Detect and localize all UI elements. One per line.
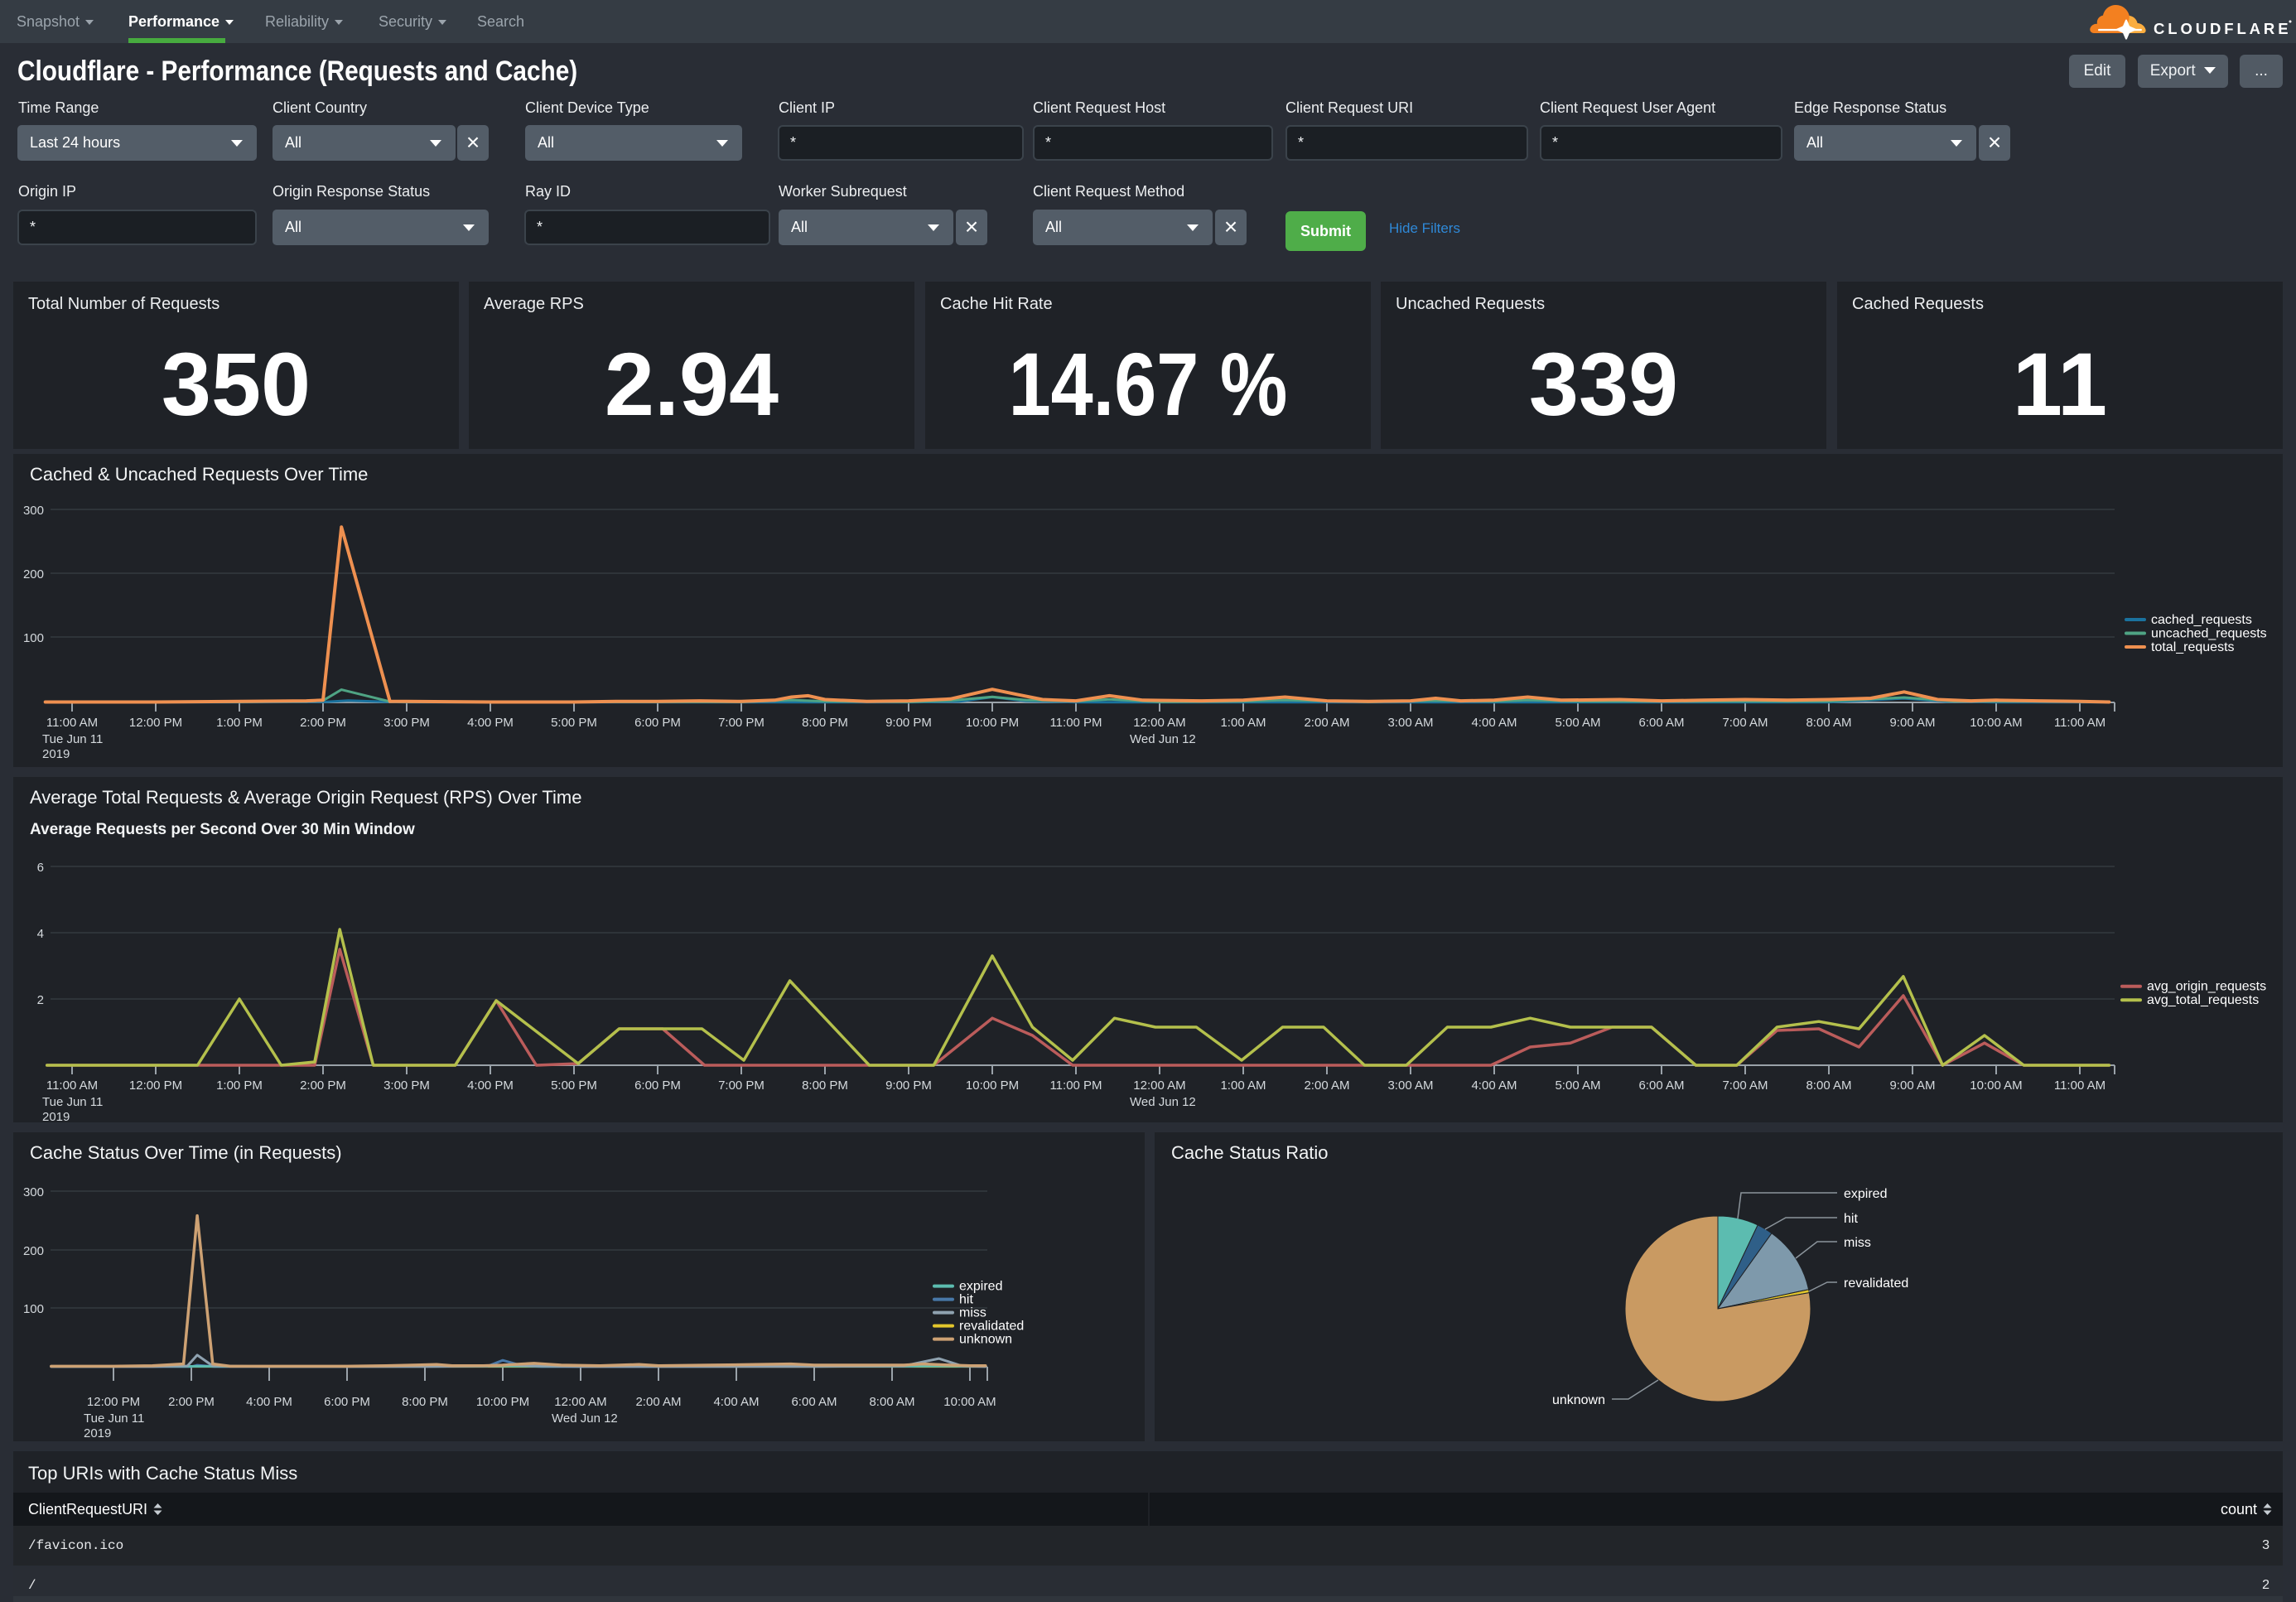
svg-text:2019: 2019 bbox=[42, 747, 70, 761]
svg-text:12:00 AM: 12:00 AM bbox=[1133, 716, 1185, 730]
svg-text:1:00 AM: 1:00 AM bbox=[1220, 716, 1266, 730]
svg-text:hit: hit bbox=[1844, 1212, 1858, 1226]
svg-text:100: 100 bbox=[23, 1302, 44, 1316]
svg-text:miss: miss bbox=[959, 1306, 986, 1320]
svg-text:miss: miss bbox=[1844, 1236, 1871, 1250]
svg-text:8:00 AM: 8:00 AM bbox=[1806, 716, 1851, 730]
svg-text:2: 2 bbox=[37, 993, 44, 1007]
svg-text:7:00 AM: 7:00 AM bbox=[1722, 1078, 1768, 1093]
svg-text:Tue Jun 11: Tue Jun 11 bbox=[42, 732, 103, 746]
svg-text:3:00 AM: 3:00 AM bbox=[1387, 716, 1433, 730]
svg-text:11:00 AM: 11:00 AM bbox=[2054, 716, 2105, 730]
svg-text:4:00 PM: 4:00 PM bbox=[467, 1078, 514, 1093]
svg-text:12:00 PM: 12:00 PM bbox=[129, 716, 182, 730]
svg-text:4:00 AM: 4:00 AM bbox=[1471, 716, 1517, 730]
svg-text:9:00 PM: 9:00 PM bbox=[885, 716, 932, 730]
svg-text:11:00 AM: 11:00 AM bbox=[2054, 1078, 2105, 1093]
svg-text:6:00 AM: 6:00 AM bbox=[1638, 1078, 1684, 1093]
svg-text:2:00 PM: 2:00 PM bbox=[168, 1395, 215, 1409]
svg-text:total_requests: total_requests bbox=[2151, 640, 2235, 654]
svg-text:7:00 AM: 7:00 AM bbox=[1722, 716, 1768, 730]
svg-text:5:00 AM: 5:00 AM bbox=[1555, 716, 1600, 730]
svg-text:5:00 PM: 5:00 PM bbox=[551, 1078, 597, 1093]
svg-text:11:00 AM: 11:00 AM bbox=[46, 716, 98, 730]
svg-text:Wed Jun 12: Wed Jun 12 bbox=[552, 1411, 618, 1426]
svg-text:11:00 PM: 11:00 PM bbox=[1049, 716, 1102, 730]
svg-text:4:00 AM: 4:00 AM bbox=[1471, 1078, 1517, 1093]
svg-text:7:00 PM: 7:00 PM bbox=[718, 1078, 765, 1093]
svg-text:Wed Jun 12: Wed Jun 12 bbox=[1130, 1095, 1196, 1109]
svg-text:12:00 PM: 12:00 PM bbox=[129, 1078, 182, 1093]
svg-text:10:00 PM: 10:00 PM bbox=[966, 1078, 1019, 1093]
svg-text:10:00 AM: 10:00 AM bbox=[1970, 716, 2022, 730]
svg-text:Tue Jun 11: Tue Jun 11 bbox=[84, 1411, 144, 1426]
svg-text:6:00 PM: 6:00 PM bbox=[634, 716, 681, 730]
svg-text:2:00 AM: 2:00 AM bbox=[635, 1395, 681, 1409]
svg-text:6: 6 bbox=[37, 861, 44, 875]
svg-text:9:00 AM: 9:00 AM bbox=[1889, 1078, 1935, 1093]
svg-text:6:00 AM: 6:00 AM bbox=[791, 1395, 837, 1409]
svg-text:12:00 AM: 12:00 AM bbox=[1133, 1078, 1185, 1093]
svg-text:200: 200 bbox=[23, 1244, 44, 1258]
svg-text:4:00 AM: 4:00 AM bbox=[713, 1395, 759, 1409]
svg-text:3:00 PM: 3:00 PM bbox=[383, 1078, 430, 1093]
svg-text:uncached_requests: uncached_requests bbox=[2151, 627, 2267, 641]
svg-text:8:00 PM: 8:00 PM bbox=[402, 1395, 448, 1409]
svg-text:revalidated: revalidated bbox=[959, 1320, 1024, 1334]
svg-text:3:00 AM: 3:00 AM bbox=[1387, 1078, 1433, 1093]
svg-text:8:00 AM: 8:00 AM bbox=[1806, 1078, 1851, 1093]
svg-text:expired: expired bbox=[1844, 1187, 1887, 1201]
svg-text:1:00 AM: 1:00 AM bbox=[1220, 1078, 1266, 1093]
svg-text:11:00 PM: 11:00 PM bbox=[1049, 1078, 1102, 1093]
svg-text:8:00 AM: 8:00 AM bbox=[869, 1395, 914, 1409]
svg-text:12:00 AM: 12:00 AM bbox=[554, 1395, 606, 1409]
svg-text:6:00 PM: 6:00 PM bbox=[324, 1395, 370, 1409]
svg-text:cached_requests: cached_requests bbox=[2151, 613, 2252, 627]
svg-text:CLOUDFLARE: CLOUDFLARE bbox=[2154, 20, 2291, 37]
svg-text:2:00 AM: 2:00 AM bbox=[1304, 1078, 1349, 1093]
svg-text:8:00 PM: 8:00 PM bbox=[802, 716, 848, 730]
svg-text:9:00 AM: 9:00 AM bbox=[1889, 716, 1935, 730]
svg-text:2:00 PM: 2:00 PM bbox=[300, 716, 346, 730]
svg-text:2:00 PM: 2:00 PM bbox=[300, 1078, 346, 1093]
svg-text:1:00 PM: 1:00 PM bbox=[216, 1078, 263, 1093]
svg-text:11:00 AM: 11:00 AM bbox=[46, 1078, 98, 1093]
svg-text:12:00 PM: 12:00 PM bbox=[87, 1395, 140, 1409]
svg-text:1:00 PM: 1:00 PM bbox=[216, 716, 263, 730]
svg-text:5:00 AM: 5:00 AM bbox=[1555, 1078, 1600, 1093]
svg-text:9:00 PM: 9:00 PM bbox=[885, 1078, 932, 1093]
svg-text:unknown: unknown bbox=[1552, 1393, 1605, 1407]
svg-text:expired: expired bbox=[959, 1280, 1002, 1294]
svg-text:5:00 PM: 5:00 PM bbox=[551, 716, 597, 730]
svg-text:4:00 PM: 4:00 PM bbox=[467, 716, 514, 730]
svg-text:100: 100 bbox=[23, 631, 44, 645]
svg-text:2019: 2019 bbox=[42, 1110, 70, 1122]
svg-text:10:00 AM: 10:00 AM bbox=[943, 1395, 996, 1409]
svg-text:300: 300 bbox=[23, 1185, 44, 1199]
svg-text:300: 300 bbox=[23, 504, 44, 518]
svg-text:8:00 PM: 8:00 PM bbox=[802, 1078, 848, 1093]
svg-text:hit: hit bbox=[959, 1293, 973, 1307]
svg-text:200: 200 bbox=[23, 567, 44, 581]
svg-text:7:00 PM: 7:00 PM bbox=[718, 716, 765, 730]
svg-text:unknown: unknown bbox=[959, 1333, 1012, 1347]
svg-text:Wed Jun 12: Wed Jun 12 bbox=[1130, 732, 1196, 746]
svg-text:4:00 PM: 4:00 PM bbox=[246, 1395, 292, 1409]
svg-text:revalidated: revalidated bbox=[1844, 1276, 1908, 1291]
svg-text:2:00 AM: 2:00 AM bbox=[1304, 716, 1349, 730]
svg-text:6:00 PM: 6:00 PM bbox=[634, 1078, 681, 1093]
svg-text:2019: 2019 bbox=[84, 1426, 111, 1440]
svg-text:Tue Jun 11: Tue Jun 11 bbox=[42, 1095, 103, 1109]
svg-text:avg_total_requests: avg_total_requests bbox=[2147, 993, 2259, 1007]
svg-text:10:00 PM: 10:00 PM bbox=[476, 1395, 529, 1409]
svg-text:6:00 AM: 6:00 AM bbox=[1638, 716, 1684, 730]
svg-text:10:00 AM: 10:00 AM bbox=[1970, 1078, 2022, 1093]
svg-text:avg_origin_requests: avg_origin_requests bbox=[2147, 980, 2266, 994]
svg-text:10:00 PM: 10:00 PM bbox=[966, 716, 1019, 730]
svg-text:3:00 PM: 3:00 PM bbox=[383, 716, 430, 730]
svg-text:4: 4 bbox=[37, 927, 44, 941]
